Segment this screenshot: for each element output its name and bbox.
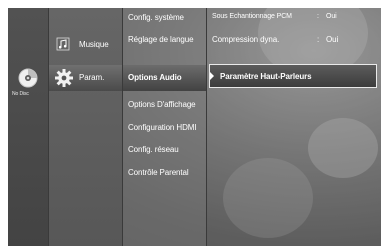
- main-menu-item-param[interactable]: Param.: [49, 65, 122, 91]
- disc-status-column: No Disc: [8, 8, 48, 246]
- sub-menu-item-options-affichage[interactable]: Options D'affichage: [128, 100, 196, 109]
- menu-screen: No Disc Musique Param. Config. système R…: [8, 8, 381, 246]
- detail-separator: :: [317, 13, 319, 20]
- main-menu-column: Musique Param.: [48, 8, 122, 246]
- selected-item-label: Paramètre Haut-Parleurs: [220, 72, 312, 81]
- gear-icon: [55, 69, 73, 87]
- selection-arrow-icon: [210, 72, 214, 80]
- detail-row-pcm[interactable]: Sous Echantionnage PCM : Oui: [207, 13, 381, 25]
- detail-value-compression: Oui: [326, 35, 339, 44]
- sub-menu-item-config-systeme[interactable]: Config. système: [128, 13, 184, 22]
- detail-column: Sous Echantionnage PCM : Oui Compression…: [206, 8, 381, 246]
- detail-label-compression: Compression dyna.: [212, 35, 280, 44]
- main-menu-item-musique[interactable]: Musique: [49, 35, 122, 55]
- no-disc-label: No Disc: [12, 91, 29, 97]
- sub-menu-item-reglage-langue[interactable]: Réglage de langue: [128, 35, 194, 44]
- sub-menu-label-options-audio: Options Audio: [128, 73, 182, 82]
- sub-menu-item-config-reseau[interactable]: Config. réseau: [128, 145, 179, 154]
- detail-label-pcm: Sous Echantionnage PCM: [212, 13, 292, 20]
- sub-menu-item-controle-parental[interactable]: Contrôle Parental: [128, 168, 189, 177]
- sub-menu-item-config-hdmi[interactable]: Configuration HDMI: [128, 123, 197, 132]
- detail-row-compression[interactable]: Compression dyna. : Oui: [207, 35, 381, 47]
- sub-menu-column: Config. système Réglage de langue Option…: [122, 8, 206, 246]
- sub-menu-item-options-audio[interactable]: Options Audio: [123, 65, 206, 91]
- detail-value-pcm: Oui: [326, 13, 337, 20]
- selected-item-speaker-settings[interactable]: Paramètre Haut-Parleurs: [209, 64, 377, 88]
- main-menu-label-musique: Musique: [79, 40, 109, 49]
- detail-separator: :: [317, 35, 320, 44]
- main-menu-label-param: Param.: [79, 73, 105, 82]
- disc-icon: [18, 68, 38, 88]
- music-note-icon: [56, 37, 70, 51]
